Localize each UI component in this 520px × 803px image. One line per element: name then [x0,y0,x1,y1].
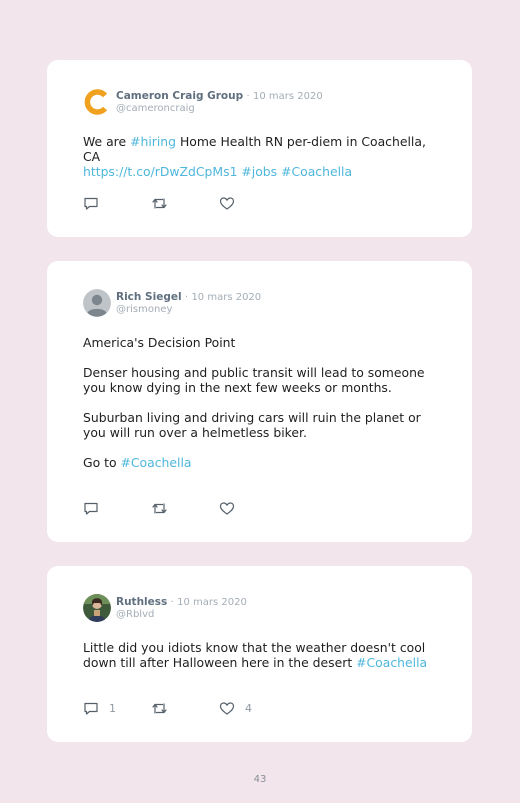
author-handle[interactable]: @Rblvd [116,609,247,621]
like-button[interactable] [219,501,287,516]
company-logo-icon [83,88,111,116]
tweet-text: Little did you idiots know that the weat… [83,640,436,670]
tweet-card[interactable]: Cameron Craig Group · 10 mars 2020 @came… [47,60,472,237]
tweet-text: We are #hiring Home Health RN per-diem i… [83,134,436,179]
avatar[interactable] [83,88,111,116]
tweet-date[interactable]: 10 mars 2020 [177,597,247,608]
retweet-icon [152,702,167,714]
hashtag-link[interactable]: #Coachella [121,455,192,470]
tweet-date[interactable]: 10 mars 2020 [191,292,261,303]
author-handle[interactable]: @rismoney [116,304,261,316]
tweet-date[interactable]: 10 mars 2020 [253,91,323,102]
hashtag-link[interactable]: #Coachella [356,655,427,670]
tweet-header: Cameron Craig Group · 10 mars 2020 @came… [83,88,436,120]
tweet-header: Rich Siegel · 10 mars 2020 @rismoney [83,289,436,321]
reply-icon [84,502,98,515]
retweet-button[interactable] [151,501,219,516]
tweet-text: America's Decision Point Denser housing … [83,335,436,470]
separator-dot: · [184,292,189,303]
tweet-header: Ruthless · 10 mars 2020 @Rblvd [83,594,436,626]
text-segment: Go to [83,455,121,470]
page-number: 43 [253,774,267,785]
reply-count: 1 [109,701,116,715]
like-button[interactable] [219,196,287,211]
tweet-actions: 1 4 [83,700,287,716]
tweet-actions [83,500,287,516]
text-paragraph: Denser housing and public transit will l… [83,365,425,395]
default-avatar-icon [83,289,111,317]
reply-icon [84,197,98,210]
text-paragraph: America's Decision Point [83,335,236,350]
tweet-card[interactable]: Rich Siegel · 10 mars 2020 @rismoney Ame… [47,261,472,542]
heart-icon [219,701,235,715]
heart-icon [219,501,235,515]
reply-icon [84,702,98,715]
profile-photo-icon [83,594,111,622]
avatar[interactable] [83,289,111,317]
author-handle[interactable]: @cameroncraig [116,103,323,115]
heart-icon [219,196,235,210]
like-button[interactable]: 4 [219,701,287,716]
hashtag-link[interactable]: #jobs [241,164,277,179]
retweet-icon [152,502,167,514]
reply-button[interactable] [83,501,151,516]
avatar[interactable] [83,594,111,622]
like-count: 4 [245,701,252,715]
author-name[interactable]: Cameron Craig Group [116,90,243,102]
text-segment: We are [83,134,131,149]
tweet-actions [83,195,287,211]
reply-button[interactable]: 1 [83,701,151,716]
retweet-icon [152,197,167,209]
separator-dot: · [170,597,174,608]
author-name[interactable]: Rich Siegel [116,291,182,303]
separator-dot: · [246,91,250,102]
author-name[interactable]: Ruthless [116,596,167,608]
hashtag-link[interactable]: #Coachella [281,164,352,179]
hashtag-link[interactable]: #hiring [130,134,176,149]
url-link[interactable]: https://t.co/rDwZdCpMs1 [83,164,237,179]
retweet-button[interactable] [151,701,219,716]
reply-button[interactable] [83,196,151,211]
retweet-button[interactable] [151,196,219,211]
tweet-card[interactable]: Ruthless · 10 mars 2020 @Rblvd Little di… [47,566,472,742]
text-paragraph: Suburban living and driving cars will ru… [83,410,421,440]
